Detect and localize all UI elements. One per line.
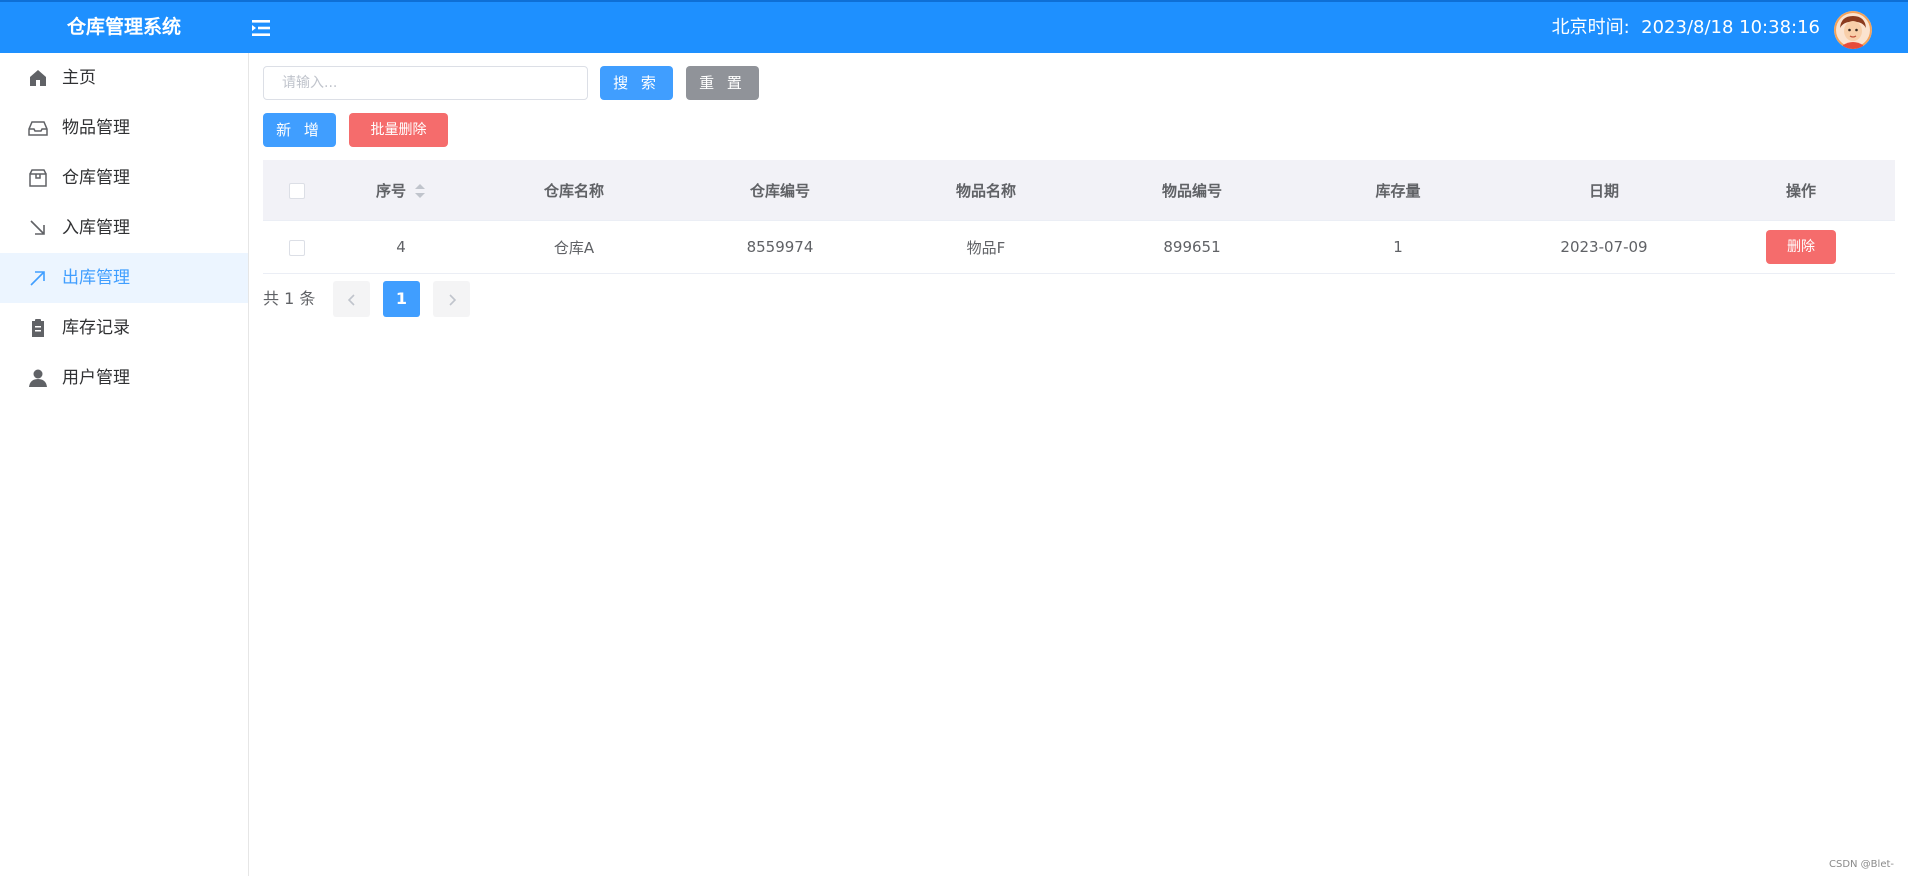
sidebar: 主页 物品管理 仓库管理 入库管理 出库管理 库存记录 用户管理 (0, 53, 249, 876)
column-header-warehouse-no: 仓库编号 (677, 160, 883, 221)
sidebar-item-label: 出库管理 (62, 268, 130, 288)
box-icon (29, 169, 47, 187)
table-row: 4 仓库A 8559974 物品F 899651 1 2023-07-09 删除 (263, 220, 1895, 274)
main-content: 搜 索 重 置 新 增 批量删除 序号 仓库名称 仓库编号 物品名称 物品编号 … (249, 53, 1908, 876)
table-header-row: 序号 仓库名称 仓库编号 物品名称 物品编号 库存量 日期 操作 (263, 160, 1895, 221)
pagination-total: 共 1 条 (263, 289, 316, 308)
top-header: 仓库管理系统 北京时间: 2023/8/18 10:38:16 (0, 0, 1908, 53)
row-delete-button[interactable]: 删除 (1766, 230, 1836, 264)
select-all-checkbox[interactable] (289, 182, 305, 199)
cell-id: 4 (331, 220, 471, 274)
cell-date: 2023-07-09 (1501, 220, 1707, 274)
sidebar-item-label: 仓库管理 (62, 168, 130, 188)
row-checkbox[interactable] (289, 239, 305, 256)
outbound-table: 序号 仓库名称 仓库编号 物品名称 物品编号 库存量 日期 操作 4 仓库A 8… (263, 160, 1895, 274)
home-icon (30, 70, 46, 86)
sidebar-item-stock-records[interactable]: 库存记录 (0, 303, 248, 353)
column-header-date: 日期 (1501, 160, 1707, 221)
sidebar-item-label: 主页 (62, 68, 96, 88)
chevron-right-icon (448, 293, 456, 306)
sidebar-item-label: 库存记录 (62, 318, 130, 338)
chevron-left-icon (347, 293, 355, 306)
next-page-button[interactable] (433, 281, 470, 317)
row-select-cell (263, 220, 331, 274)
arrow-bottom-right-icon (30, 220, 45, 235)
menu-fold-icon[interactable] (250, 18, 272, 38)
batch-delete-button[interactable]: 批量删除 (349, 113, 448, 147)
avatar[interactable] (1834, 11, 1872, 49)
clock-label: 北京时间: (1551, 17, 1630, 38)
page-number-button[interactable]: 1 (383, 281, 420, 317)
prev-page-button[interactable] (333, 281, 370, 317)
beijing-clock: 北京时间: 2023/8/18 10:38:16 (1552, 2, 1820, 53)
column-header-label: 序号 (375, 181, 406, 200)
sidebar-item-users[interactable]: 用户管理 (0, 353, 248, 403)
search-input[interactable] (263, 66, 588, 100)
add-button[interactable]: 新 增 (263, 113, 336, 147)
column-header-item-no: 物品编号 (1089, 160, 1295, 221)
clock-value: 2023/8/18 10:38:16 (1641, 17, 1820, 38)
sort-caret-icon[interactable] (414, 182, 426, 200)
clipboard-icon (32, 319, 44, 337)
sidebar-item-label: 用户管理 (62, 368, 130, 388)
column-header-actions: 操作 (1707, 160, 1895, 221)
user-icon (29, 369, 47, 387)
select-all-cell (263, 160, 331, 221)
column-header-item-name: 物品名称 (883, 160, 1089, 221)
cell-actions: 删除 (1707, 220, 1895, 274)
avatar-icon (1834, 11, 1872, 49)
cell-warehouse-name: 仓库A (471, 220, 677, 274)
cell-warehouse-no: 8559974 (677, 220, 883, 274)
watermark: CSDN @Blet- (1828, 859, 1894, 870)
sidebar-item-items[interactable]: 物品管理 (0, 103, 248, 153)
sidebar-item-outbound[interactable]: 出库管理 (0, 253, 248, 303)
sidebar-item-label: 物品管理 (62, 118, 130, 138)
cell-item-no: 899651 (1089, 220, 1295, 274)
arrow-top-right-icon (30, 271, 45, 286)
sidebar-item-home[interactable]: 主页 (0, 53, 248, 103)
cell-stock: 1 (1295, 220, 1501, 274)
column-header-id[interactable]: 序号 (331, 160, 471, 221)
search-button[interactable]: 搜 索 (600, 66, 673, 100)
sidebar-item-warehouse[interactable]: 仓库管理 (0, 153, 248, 203)
reset-button[interactable]: 重 置 (686, 66, 759, 100)
inbox-icon (28, 121, 48, 136)
app-title: 仓库管理系统 (66, 16, 181, 38)
column-header-warehouse-name: 仓库名称 (471, 160, 677, 221)
cell-item-name: 物品F (883, 220, 1089, 274)
column-header-stock: 库存量 (1295, 160, 1501, 221)
sidebar-item-inbound[interactable]: 入库管理 (0, 203, 248, 253)
sidebar-item-label: 入库管理 (62, 218, 130, 238)
